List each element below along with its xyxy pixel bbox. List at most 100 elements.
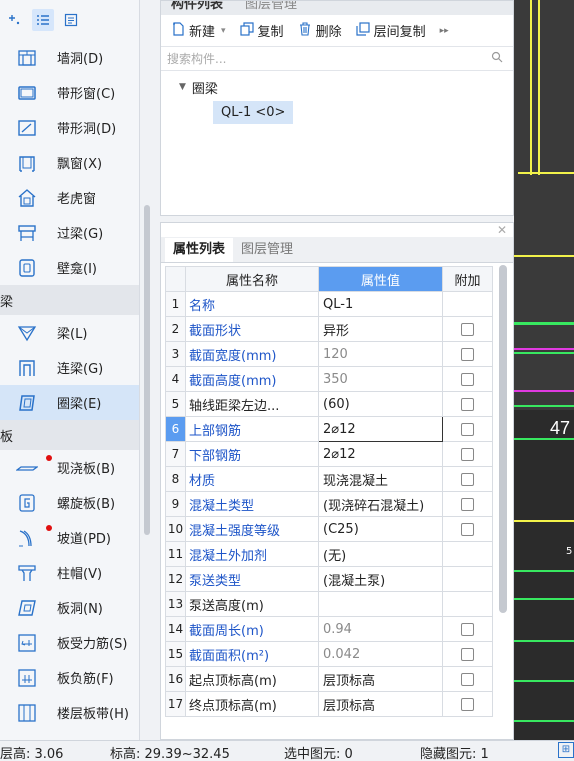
nav-item-slab-hole[interactable]: 板洞(N) xyxy=(0,590,139,625)
extra-checkbox[interactable] xyxy=(461,472,474,486)
row-number: 1 xyxy=(165,291,186,317)
component-search-input[interactable]: 搜索构件... xyxy=(161,47,513,71)
property-value[interactable]: (C25) xyxy=(318,516,443,542)
tree-group-ring-beam[interactable]: ▼ 圈梁 xyxy=(179,77,513,97)
status-toggle-icon[interactable]: ⊞ xyxy=(558,742,574,758)
property-value[interactable]: 0.94 xyxy=(318,616,443,642)
property-row[interactable]: 7 下部钢筋 2⌀12 xyxy=(165,441,493,467)
nav-scrollbar[interactable] xyxy=(144,205,150,535)
property-row[interactable]: 15 截面面积(m²) 0.042 xyxy=(165,641,493,667)
extra-checkbox[interactable] xyxy=(461,347,474,361)
property-row[interactable]: 14 截面周长(m) 0.94 xyxy=(165,616,493,642)
property-value[interactable]: (60) xyxy=(318,391,443,417)
component-list-tabs: 构件列表 图层管理 xyxy=(161,1,513,15)
extra-checkbox[interactable] xyxy=(461,622,474,636)
property-row[interactable]: 10 混凝土强度等级 (C25) xyxy=(165,516,493,542)
drawing-canvas[interactable]: 47 5 xyxy=(514,0,574,740)
chevron-down-icon[interactable]: ▾ xyxy=(221,26,226,36)
extra-checkbox[interactable] xyxy=(461,697,474,711)
tab-component-list[interactable]: 构件列表 xyxy=(171,1,223,12)
property-value[interactable]: 0.042 xyxy=(318,641,443,667)
property-row[interactable]: 5 轴线距梁左边... (60) xyxy=(165,391,493,417)
extra-checkbox[interactable] xyxy=(461,647,474,661)
detail-view-icon[interactable] xyxy=(60,9,82,31)
slab-neg-rebar-icon xyxy=(16,667,38,689)
nav-category-slab[interactable]: 板 xyxy=(0,420,139,450)
nav-item-beam[interactable]: 梁(L) xyxy=(0,315,139,350)
nav-item-strip-window[interactable]: 带形窗(C) xyxy=(0,75,139,110)
nav-item-lintel[interactable]: 过梁(G) xyxy=(0,215,139,250)
tab-property-list[interactable]: 属性列表 xyxy=(165,238,234,262)
property-value-editor[interactable]: 2⌀12 xyxy=(318,416,443,442)
nav-item-bay-window[interactable]: 飘窗(X) xyxy=(0,145,139,180)
property-value[interactable] xyxy=(318,591,443,617)
property-value[interactable]: 现浇混凝土 xyxy=(318,466,443,492)
extra-checkbox[interactable] xyxy=(461,422,474,436)
property-row[interactable]: 1 名称 QL-1 xyxy=(165,291,493,317)
property-value[interactable]: QL-1 xyxy=(318,291,443,317)
caret-down-icon[interactable]: ▼ xyxy=(179,82,186,92)
property-row[interactable]: 4 截面高度(mm) 350 xyxy=(165,366,493,392)
property-row[interactable]: 17 终点顶标高(m) 层顶标高 xyxy=(165,691,493,717)
nav-item-label: 壁龛(I) xyxy=(57,262,97,277)
property-row[interactable]: 8 材质 现浇混凝土 xyxy=(165,466,493,492)
extra-checkbox[interactable] xyxy=(461,672,474,686)
tree-item-ql1[interactable]: QL-1 <0> xyxy=(213,101,294,124)
property-value[interactable]: 2⌀12 xyxy=(318,441,443,467)
property-value[interactable]: (混凝土泵) xyxy=(318,566,443,592)
property-value[interactable]: 350 xyxy=(318,366,443,392)
nav-item-wall-hole[interactable]: 墙洞(D) xyxy=(0,40,139,75)
property-row[interactable]: 11 混凝土外加剂 (无) xyxy=(165,541,493,567)
delete-button[interactable]: 删除 xyxy=(298,21,342,40)
extra-checkbox[interactable] xyxy=(461,447,474,461)
property-value[interactable]: 层顶标高 xyxy=(318,666,443,692)
property-value[interactable]: (无) xyxy=(318,541,443,567)
property-name: 混凝土强度等级 xyxy=(185,516,319,542)
property-row[interactable]: 16 起点顶标高(m) 层顶标高 xyxy=(165,666,493,692)
new-button[interactable]: 新建 ▾ xyxy=(171,21,226,40)
nav-category-beam[interactable]: 梁 xyxy=(0,285,139,315)
close-icon[interactable]: ✕ xyxy=(497,223,507,237)
nav-item-slab-main-rebar[interactable]: 板受力筋(S) xyxy=(0,625,139,660)
floor-copy-button[interactable]: 层间复制 xyxy=(355,21,426,40)
extra-checkbox[interactable] xyxy=(461,397,474,411)
nav-item-slab-neg-rebar[interactable]: 板负筋(F) xyxy=(0,660,139,695)
nav-item-ring-beam[interactable]: 圈梁(E) xyxy=(0,385,139,420)
copy-button[interactable]: 复制 xyxy=(239,21,284,40)
property-extra-cell xyxy=(442,516,493,542)
property-row[interactable]: 12 泵送类型 (混凝土泵) xyxy=(165,566,493,592)
search-placeholder: 搜索构件... xyxy=(167,52,227,66)
property-row[interactable]: 9 混凝土类型 (现浇碎石混凝土) xyxy=(165,491,493,517)
nav-item-strip-hole[interactable]: 带形洞(D) xyxy=(0,110,139,145)
property-scrollbar[interactable] xyxy=(499,265,507,613)
extra-checkbox[interactable] xyxy=(461,372,474,386)
nav-item-dormer[interactable]: 老虎窗 xyxy=(0,180,139,215)
more-icon[interactable]: ▸▸ xyxy=(440,26,449,36)
property-value[interactable]: 异形 xyxy=(318,316,443,342)
add-icon[interactable] xyxy=(4,9,26,31)
tree-toolbar xyxy=(0,0,139,40)
extra-checkbox[interactable] xyxy=(461,522,474,536)
nav-item-cast-slab[interactable]: 现浇板(B) xyxy=(0,450,139,485)
tab-layer-management[interactable]: 图层管理 xyxy=(245,1,297,12)
property-value[interactable]: 层顶标高 xyxy=(318,691,443,717)
tab-layer-management[interactable]: 图层管理 xyxy=(233,238,301,262)
property-extra-cell xyxy=(442,566,493,592)
extra-checkbox[interactable] xyxy=(461,497,474,511)
list-view-icon[interactable] xyxy=(32,9,54,31)
nav-item-coupling-beam[interactable]: 连梁(G) xyxy=(0,350,139,385)
property-row[interactable]: 2 截面形状 异形 xyxy=(165,316,493,342)
nav-item-floor-strip[interactable]: 楼层板带(H) xyxy=(0,695,139,730)
nav-item-column-cap[interactable]: 柱帽(V) xyxy=(0,555,139,590)
property-extra-cell xyxy=(442,541,493,567)
property-row[interactable]: 3 截面宽度(mm) 120 xyxy=(165,341,493,367)
nav-item-niche[interactable]: 壁龛(I) xyxy=(0,250,139,285)
property-row[interactable]: 13 泵送高度(m) xyxy=(165,591,493,617)
property-row[interactable]: 6 上部钢筋 2⌀12 xyxy=(165,416,493,442)
nav-item-ramp[interactable]: 坡道(PD) xyxy=(0,520,139,555)
nav-item-spiral-slab[interactable]: 螺旋板(B) xyxy=(0,485,139,520)
extra-checkbox[interactable] xyxy=(461,322,474,336)
property-value[interactable]: 120 xyxy=(318,341,443,367)
property-value[interactable]: (现浇碎石混凝土) xyxy=(318,491,443,517)
search-icon[interactable] xyxy=(491,51,503,66)
